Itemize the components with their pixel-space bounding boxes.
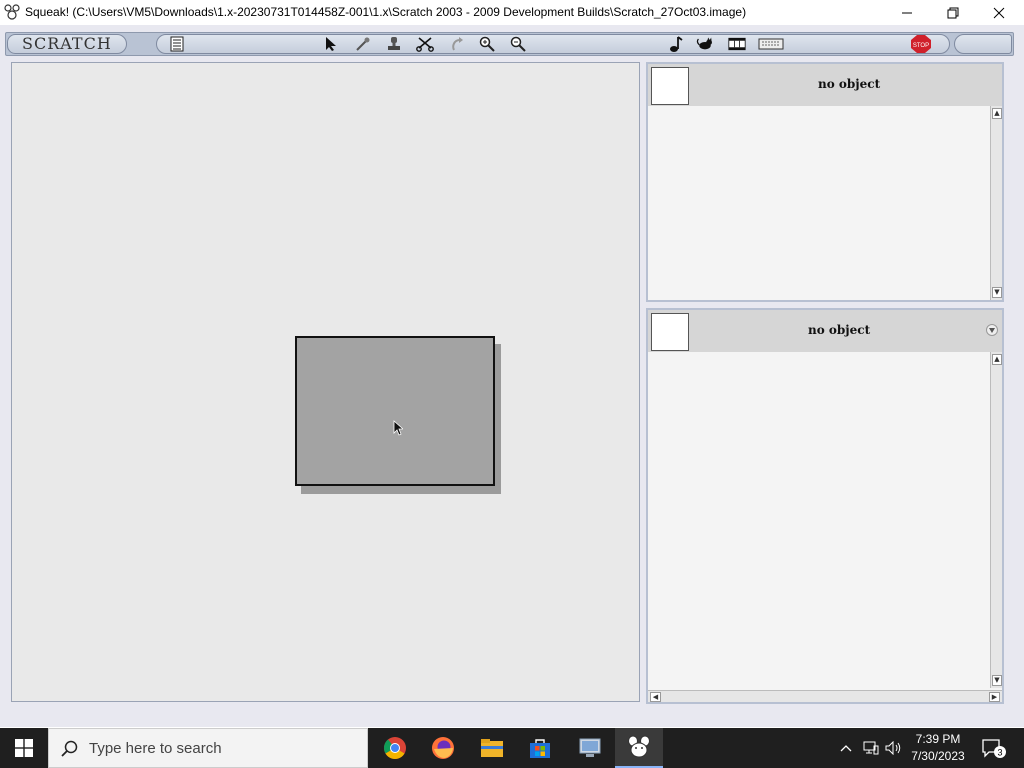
minimize-icon [902, 12, 912, 13]
clock-time: 7:39 PM [915, 732, 961, 746]
restore-button[interactable] [930, 0, 976, 25]
arrow-tool-icon[interactable] [322, 36, 340, 52]
tool-strip [156, 34, 950, 54]
object-name-label: no object [818, 77, 881, 91]
action-center-button[interactable]: 3 [980, 728, 1008, 768]
scroll-up-icon[interactable]: ▲ [992, 354, 1002, 365]
store-icon[interactable] [516, 728, 564, 768]
music-note-icon[interactable] [666, 36, 684, 52]
windows-logo-icon [15, 739, 33, 757]
start-button[interactable] [0, 728, 48, 768]
panel-header: no object [648, 310, 1002, 352]
scroll-down-icon[interactable]: ▼ [992, 287, 1002, 298]
horizontal-scrollbar[interactable]: ◀ ▶ [648, 690, 1002, 702]
show-hidden-icons-icon[interactable] [838, 728, 854, 768]
object-thumbnail[interactable] [651, 313, 689, 351]
page-menu-icon[interactable] [168, 36, 186, 52]
close-icon [993, 7, 1005, 18]
squeak-icon[interactable] [615, 728, 663, 768]
search-placeholder: Type here to search [89, 740, 222, 757]
chrome-icon[interactable] [371, 728, 419, 768]
squeak-world: SCRATCH STOP no object ▲ ▼ no object ▲ ▼… [0, 25, 1024, 727]
taskbar-clock[interactable]: 7:39 PM 7/30/2023 [906, 731, 970, 765]
clock-date: 7/30/2023 [911, 749, 965, 763]
windows-taskbar: Type here to search 7:39 PM 7/30/2023 3 [0, 728, 1024, 768]
scroll-right-icon[interactable]: ▶ [989, 692, 1000, 702]
stage-area[interactable] [11, 62, 640, 702]
object-thumbnail[interactable] [651, 67, 689, 105]
file-explorer-icon[interactable] [468, 728, 516, 768]
scratch-toolbar: SCRATCH STOP [5, 32, 1014, 56]
toolbar-end-cap [954, 34, 1012, 54]
gray-rectangle-sprite[interactable] [295, 336, 495, 486]
scissors-tool-icon[interactable] [416, 36, 434, 52]
object-viewer-panel: no object ▲ ▼ [646, 62, 1004, 302]
window-titlebar: Squeak! (C:\Users\VM5\Downloads\1.x-2023… [0, 0, 1024, 25]
taskbar-search-box[interactable]: Type here to search [48, 728, 368, 768]
vertical-scrollbar[interactable]: ▲ ▼ [990, 352, 1002, 688]
window-title: Squeak! (C:\Users\VM5\Downloads\1.x-2023… [25, 5, 747, 19]
close-button[interactable] [976, 0, 1022, 25]
notification-count: 3 [997, 748, 1002, 758]
keyboard-icon[interactable] [758, 36, 784, 52]
cat-sprite-icon[interactable] [696, 36, 714, 52]
scroll-up-icon[interactable]: ▲ [992, 108, 1002, 119]
scroll-down-icon[interactable]: ▼ [992, 675, 1002, 686]
restore-icon [947, 7, 959, 18]
scratch-menu-button[interactable]: SCRATCH [7, 34, 127, 54]
control-panel-icon[interactable] [566, 728, 614, 768]
script-viewer-panel: no object ▲ ▼ ◀ ▶ [646, 308, 1004, 704]
stamp-tool-icon[interactable] [385, 36, 403, 52]
firefox-icon[interactable] [419, 728, 467, 768]
volume-icon[interactable] [884, 728, 904, 768]
minimize-button[interactable] [884, 0, 930, 25]
stop-button[interactable]: STOP [911, 35, 931, 53]
zoom-in-tool-icon[interactable] [478, 36, 496, 52]
object-name-label: no object [808, 323, 871, 337]
dropdown-arrow-icon[interactable] [986, 324, 998, 336]
eyedropper-tool-icon[interactable] [354, 36, 372, 52]
vertical-scrollbar[interactable]: ▲ ▼ [990, 106, 1002, 300]
squeak-mouse-icon [4, 4, 20, 20]
scroll-left-icon[interactable]: ◀ [650, 692, 661, 702]
zoom-out-tool-icon[interactable] [509, 36, 527, 52]
stop-sign-icon: STOP [911, 35, 931, 53]
network-icon[interactable] [861, 728, 881, 768]
panel-header: no object [648, 64, 1002, 106]
notification-icon: 3 [982, 739, 1006, 758]
film-strip-icon[interactable] [728, 36, 746, 52]
stop-label: STOP [913, 43, 929, 49]
undo-tool-icon[interactable] [448, 36, 466, 52]
mouse-cursor-icon [393, 420, 403, 436]
search-icon [61, 740, 78, 757]
